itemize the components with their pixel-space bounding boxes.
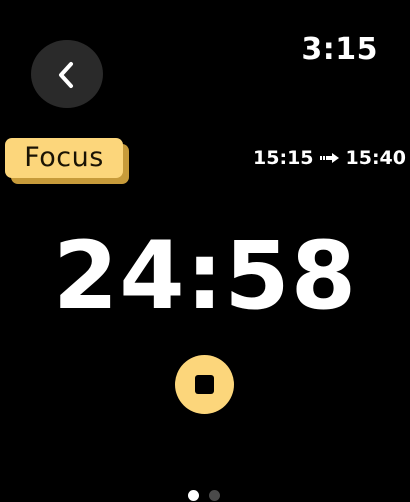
- page-dot-1: [188, 490, 199, 501]
- chevron-left-icon: [59, 62, 73, 88]
- status-time: 3:15: [301, 32, 378, 67]
- end-time: 15:40: [345, 147, 406, 169]
- arrow-right-icon: [319, 152, 340, 164]
- page-indicator: [188, 490, 220, 501]
- start-time: 15:15: [253, 147, 314, 169]
- back-button[interactable]: [31, 40, 103, 108]
- stop-icon: [195, 375, 214, 394]
- session-time-range: 15:15 15:40: [253, 147, 406, 169]
- page-dot-2: [209, 490, 220, 501]
- mode-badge: Focus: [5, 138, 131, 186]
- countdown-timer: 24:58: [52, 222, 358, 331]
- mode-label: Focus: [5, 138, 123, 178]
- stop-button[interactable]: [175, 355, 234, 414]
